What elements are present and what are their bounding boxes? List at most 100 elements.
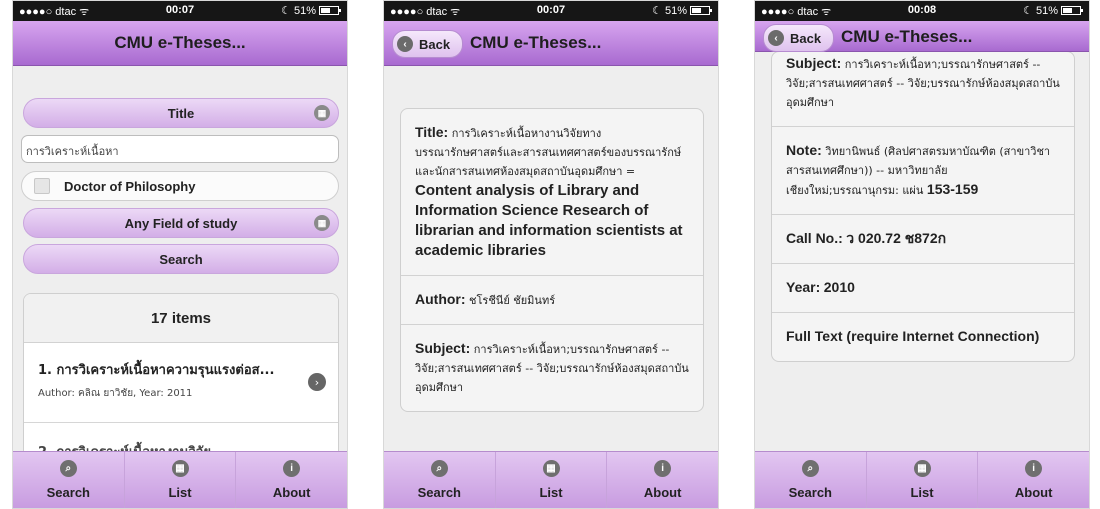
list-item[interactable]: 2. การวิเคราะห์เนื้อหางานวิจัย...: [24, 423, 338, 451]
detail-content: Title: การวิเคราะห์เนื้อหางานวิจัยทางบรร…: [384, 66, 718, 451]
tab-list[interactable]: ▦ List: [123, 452, 236, 508]
callno-field: Call No.: ว 020.72 ช872ก: [772, 215, 1074, 264]
results-list: 17 items 1. การวิเคราะห์เนื้อหาความรุนแร…: [23, 293, 339, 451]
subject-label: Subject:: [415, 340, 471, 356]
chevron-right-icon[interactable]: ›: [308, 373, 326, 391]
title-field: Title: การวิเคราะห์เนื้อหางานวิจัยทางบรร…: [401, 109, 703, 276]
tab-label: Search: [46, 485, 91, 500]
note-field: Note: วิทยานิพนธ์ (ศิลปศาสตรมหาบัณฑิต (ส…: [772, 127, 1074, 215]
fulltext-label: Full Text (require Internet Connection): [786, 328, 1040, 344]
author-label: Author:: [415, 291, 466, 307]
degree-label: Doctor of Philosophy: [64, 178, 196, 194]
battery-indicator: ☾ 51%: [1023, 4, 1083, 17]
tab-list[interactable]: ▦ List: [865, 452, 978, 508]
field-select-title[interactable]: Title ▦: [23, 98, 339, 128]
tab-list[interactable]: ▦ List: [494, 452, 607, 508]
page-title: CMU e-Theses...: [841, 27, 973, 46]
back-arrow-icon: ‹: [768, 30, 784, 46]
battery-icon: [690, 6, 712, 15]
tab-label: List: [539, 485, 563, 500]
result-meta: Author: คลิณ ยาวิชัย, Year: 2011: [38, 388, 193, 399]
page-title: CMU e-Theses...: [114, 33, 246, 52]
field-of-study-select[interactable]: Any Field of study ▦: [23, 208, 339, 238]
subject-label: Subject:: [786, 55, 842, 71]
back-button[interactable]: ‹ Back: [763, 24, 835, 52]
tab-about[interactable]: i About: [235, 452, 347, 508]
checkbox[interactable]: [34, 178, 50, 194]
tab-bar: ⌕ Search ▦ List i About: [755, 451, 1089, 508]
list-item[interactable]: 1. การวิเคราะห์เนื้อหาความรุนแรงต่อส... …: [24, 343, 338, 423]
battery-indicator: ☾ 51%: [652, 4, 712, 17]
result-title: 2. การวิเคราะห์เนื้อหางานวิจัย...: [38, 441, 298, 451]
battery-percent: 51%: [664, 4, 687, 17]
tab-label: List: [168, 485, 192, 500]
year-value: 2010: [823, 279, 855, 295]
tab-label: About: [1014, 485, 1053, 500]
field-of-study-label: Any Field of study: [124, 215, 238, 231]
tab-label: List: [910, 485, 934, 500]
tab-bar: ⌕ Search ▦ List i About: [13, 451, 347, 508]
search-icon: ⌕: [801, 460, 819, 477]
status-bar: ●●●●○ dtac ᯤ 00:08 ☾ 51%: [755, 1, 1089, 21]
grid-icon: ▦: [913, 460, 931, 477]
detail-card: Title: การวิเคราะห์เนื้อหางานวิจัยทางบรร…: [400, 108, 704, 412]
search-input[interactable]: การวิเคราะห์เนื้อหา: [21, 135, 339, 163]
note-label: Note:: [786, 142, 822, 158]
tab-bar: ⌕ Search ▦ List i About: [384, 451, 718, 508]
battery-indicator: ☾ 51%: [281, 4, 341, 17]
tab-about[interactable]: i About: [606, 452, 718, 508]
back-label: Back: [790, 30, 822, 46]
tab-about[interactable]: i About: [977, 452, 1089, 508]
status-bar: ●●●●○ dtac ᯤ 00:07 ☾ 51%: [13, 1, 347, 21]
title-english: Content analysis of Library and Informat…: [415, 182, 683, 259]
detail-screen-scrolled: Subject: การวิเคราะห์เนื้อหา;บรรณารักษศา…: [754, 0, 1090, 509]
info-icon: i: [654, 460, 672, 477]
battery-percent: 51%: [293, 4, 316, 17]
author-field: Author: ชโรชีนีย์ ชัยมินทร์: [401, 276, 703, 325]
result-count: 17 items: [24, 294, 338, 343]
page-title: CMU e-Theses...: [470, 33, 602, 52]
search-form: Title ▦ การวิเคราะห์เนื้อหา Doctor of Ph…: [13, 66, 347, 451]
nav-header: ‹ Back CMU e-Theses...: [384, 21, 718, 66]
moon-icon: ☾: [1023, 5, 1033, 17]
nav-header: CMU e-Theses...: [13, 21, 347, 66]
nav-header: ‹ Back CMU e-Theses...: [755, 21, 1089, 52]
back-label: Back: [419, 36, 451, 52]
note-value: วิทยานิพนธ์ (ศิลปศาสตรมหาบัณฑิต (สาขาวิช…: [786, 145, 1051, 197]
field-select-label: Title: [167, 105, 195, 121]
detail-content: Subject: การวิเคราะห์เนื้อหา;บรรณารักษศา…: [755, 51, 1089, 451]
fulltext-link[interactable]: Full Text (require Internet Connection): [772, 313, 1074, 361]
battery-icon: [1061, 6, 1083, 15]
result-title: 1. การวิเคราะห์เนื้อหาความรุนแรงต่อส...: [38, 363, 275, 378]
tab-search[interactable]: ⌕ Search: [755, 452, 866, 508]
subject-field: Subject: การวิเคราะห์เนื้อหา;บรรณารักษศา…: [772, 52, 1074, 127]
moon-icon: ☾: [281, 5, 291, 17]
grid-icon: ▦: [314, 215, 330, 231]
degree-checkbox-row[interactable]: Doctor of Philosophy: [21, 171, 339, 201]
tab-search[interactable]: ⌕ Search: [13, 452, 124, 508]
subject-field: Subject: การวิเคราะห์เนื้อหา;บรรณารักษศา…: [401, 325, 703, 411]
detail-card: Subject: การวิเคราะห์เนื้อหา;บรรณารักษศา…: [771, 51, 1075, 362]
tab-label: Search: [788, 485, 833, 500]
back-arrow-icon: ‹: [397, 36, 413, 52]
tab-label: About: [272, 485, 311, 500]
grid-icon: ▦: [314, 105, 330, 121]
year-field: Year: 2010: [772, 264, 1074, 313]
note-pages: 153-159: [926, 181, 979, 197]
search-screen: ●●●●○ dtac ᯤ 00:07 ☾ 51% CMU e-Theses...…: [12, 0, 348, 509]
back-button[interactable]: ‹ Back: [392, 30, 464, 58]
battery-percent: 51%: [1035, 4, 1058, 17]
author-value: ชโรชีนีย์ ชัยมินทร์: [469, 294, 556, 307]
info-icon: i: [1025, 460, 1043, 477]
tab-search[interactable]: ⌕ Search: [384, 452, 495, 508]
status-bar: ●●●●○ dtac ᯤ 00:07 ☾ 51%: [384, 1, 718, 21]
search-button[interactable]: Search: [23, 244, 339, 274]
title-thai: การวิเคราะห์เนื้อหางานวิจัยทางบรรณารักษศ…: [415, 127, 682, 178]
search-icon: ⌕: [430, 460, 448, 477]
search-icon: ⌕: [59, 460, 77, 477]
moon-icon: ☾: [652, 5, 662, 17]
grid-icon: ▦: [171, 460, 189, 477]
callno-label: Call No.:: [786, 230, 843, 246]
grid-icon: ▦: [542, 460, 560, 477]
detail-screen-top: ●●●●○ dtac ᯤ 00:07 ☾ 51% ‹ Back CMU e-Th…: [383, 0, 719, 509]
